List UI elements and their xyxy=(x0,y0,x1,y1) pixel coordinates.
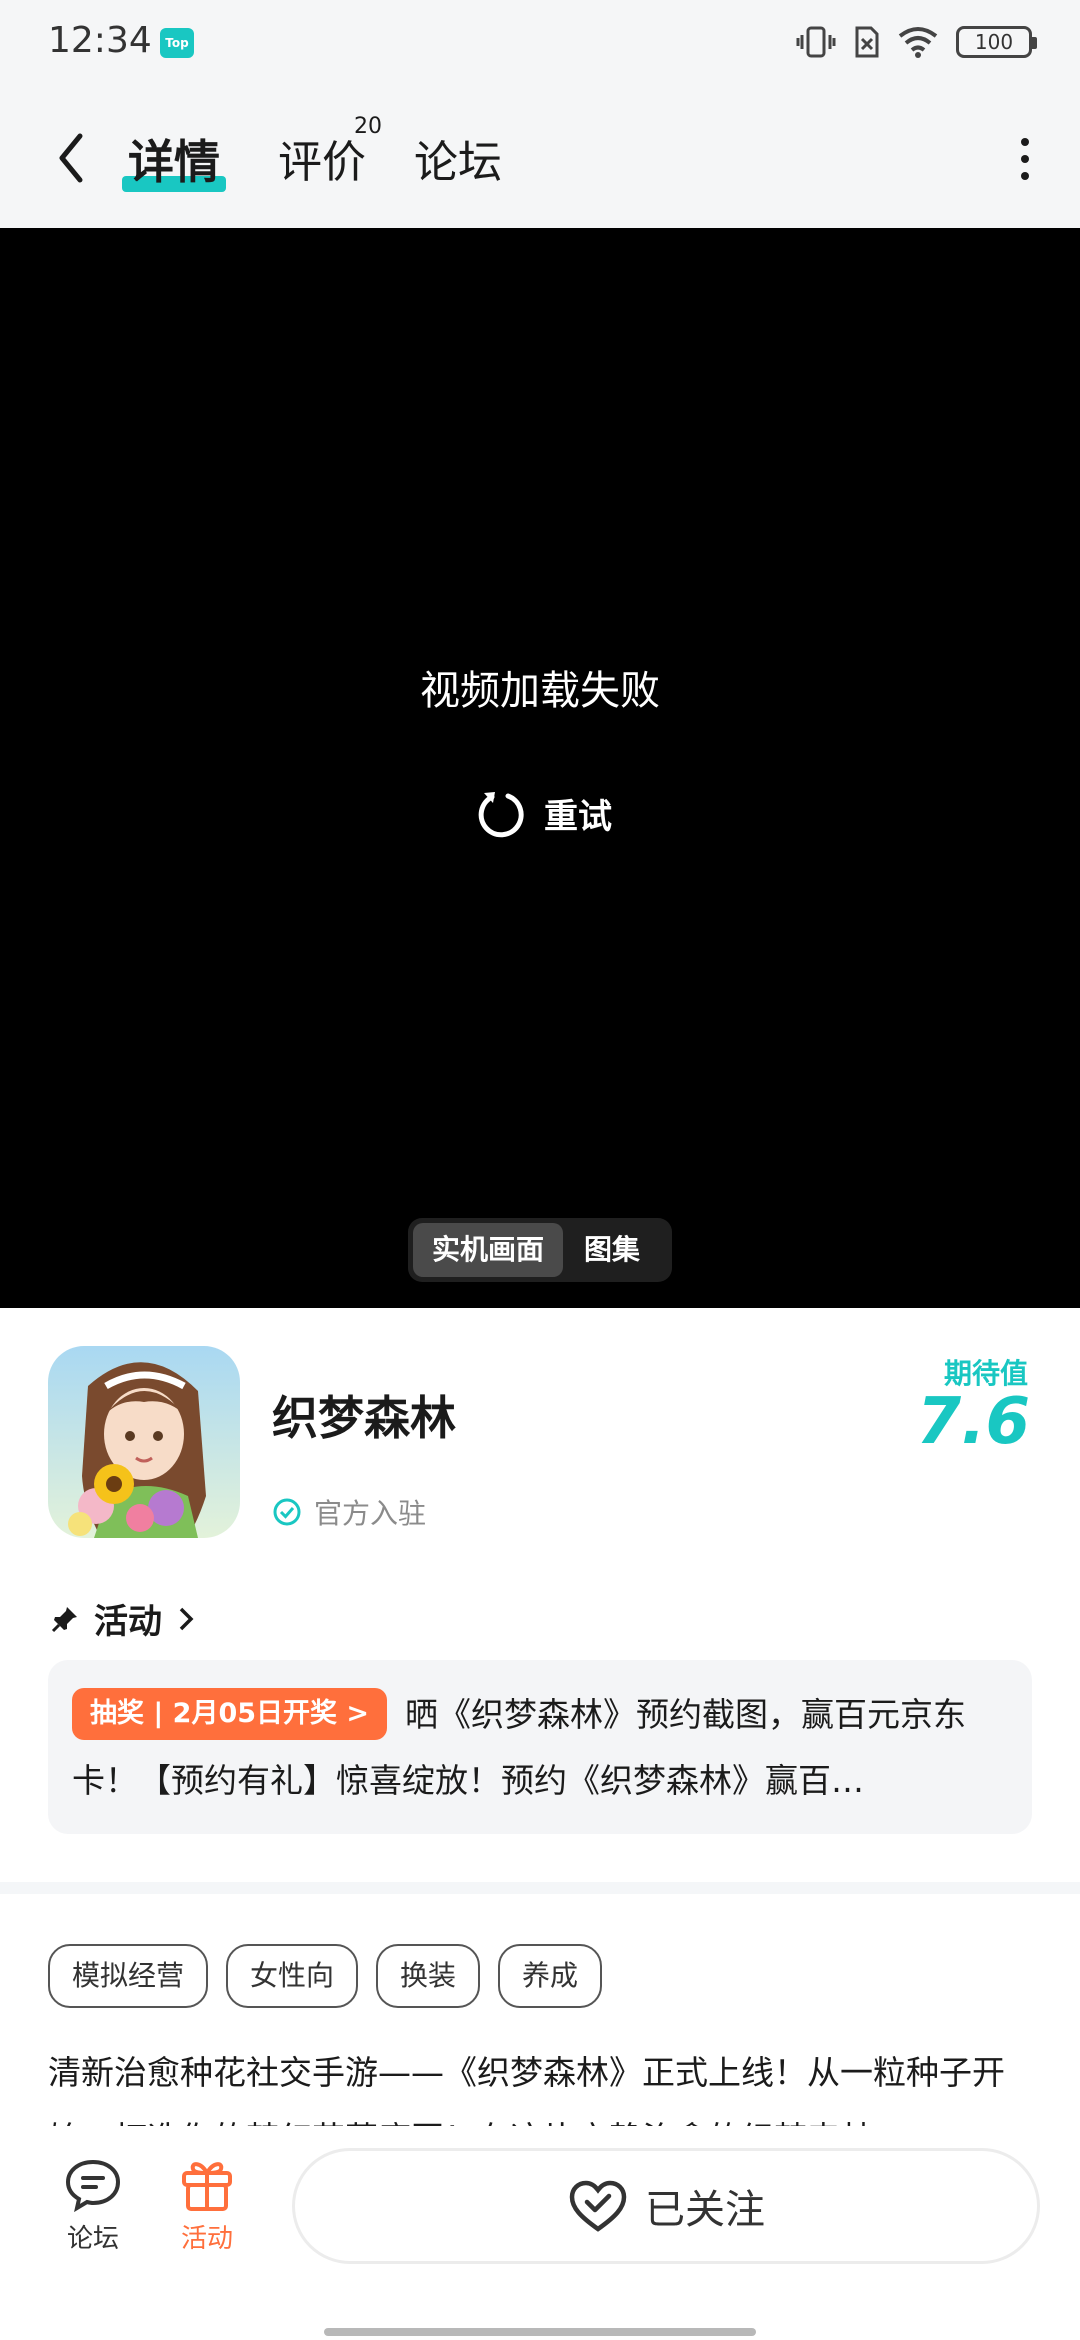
review-count: 20 xyxy=(354,114,382,139)
video-player[interactable]: 视频加载失败 重试 实机画面 图集 xyxy=(0,228,1080,1308)
tag-item[interactable]: 模拟经营 xyxy=(48,1944,209,2008)
game-description: 清新治愈种花社交手游——《织梦森林》正式上线！从一粒种子开始，打造你的梦幻花草庭… xyxy=(48,2053,1005,2126)
top-nav: 详情 评价 20 论坛 xyxy=(0,84,1080,228)
tab-gallery[interactable]: 图集 xyxy=(563,1223,661,1277)
activity-header[interactable]: 活动 xyxy=(50,1594,196,1643)
official-label: 官方入驻 xyxy=(314,1497,427,1530)
tag-item[interactable]: 养成 xyxy=(498,1944,603,2008)
bottom-activity-button[interactable]: 活动 xyxy=(162,2156,252,2255)
verified-check-icon xyxy=(273,1498,301,1526)
more-options-icon[interactable] xyxy=(1010,134,1040,184)
lottery-badge[interactable]: 抽奖 | 2月05日开奖 > xyxy=(72,1688,388,1740)
video-error-text: 视频加载失败 xyxy=(420,668,660,714)
follow-button[interactable]: 已关注 xyxy=(292,2148,1040,2264)
forum-chat-icon xyxy=(65,2159,121,2212)
section-divider xyxy=(0,1882,1080,1894)
no-sim-icon xyxy=(855,26,879,58)
home-indicator[interactable] xyxy=(324,2328,756,2336)
bottom-activity-label: 活动 xyxy=(180,2224,233,2254)
bottom-forum-button[interactable]: 论坛 xyxy=(48,2156,138,2255)
tab-gameplay-video[interactable]: 实机画面 xyxy=(413,1223,563,1277)
retry-button[interactable]: 重试 xyxy=(474,783,612,843)
tab-review[interactable]: 评价 xyxy=(278,126,366,190)
media-toggle: 实机画面 图集 xyxy=(408,1218,672,1282)
back-arrow-icon[interactable] xyxy=(50,128,94,188)
chevron-right-icon xyxy=(179,1607,194,1630)
bottom-forum-label: 论坛 xyxy=(66,2224,119,2254)
tag-item[interactable]: 换装 xyxy=(376,1944,481,2008)
tag-item[interactable]: 女性向 xyxy=(226,1944,359,2008)
bottom-bar: 论坛 活动 已关注 xyxy=(0,2126,1080,2340)
gift-icon xyxy=(182,2162,232,2211)
battery-icon: 100 xyxy=(956,26,1037,58)
pin-icon xyxy=(51,1606,77,1632)
official-badge: 官方入驻 xyxy=(272,1492,426,1532)
game-title: 织梦森林 xyxy=(272,1391,456,1445)
activity-content: 抽奖 | 2月05日开奖 > 晒《织梦森林》预约截图，赢百元京东卡！【预约有礼】惊… xyxy=(72,1682,1008,1814)
follow-label: 已关注 xyxy=(645,2187,765,2233)
retry-label: 重试 xyxy=(544,796,612,837)
heart-check-icon xyxy=(569,2180,627,2232)
activity-title: 活动 xyxy=(94,1602,162,1642)
tab-forum[interactable]: 论坛 xyxy=(414,126,502,190)
status-icons: 100 xyxy=(796,22,1037,62)
expectation-score: 7.6 xyxy=(916,1385,1030,1459)
tag-list: 模拟经营 女性向 换装 养成 xyxy=(48,1944,603,2008)
refresh-icon xyxy=(478,792,524,838)
status-bar: 12:34 Top 100 xyxy=(0,0,1080,84)
wifi-icon xyxy=(898,27,938,58)
vibrate-icon xyxy=(796,26,836,58)
game-icon xyxy=(48,1346,240,1538)
activity-card[interactable]: 抽奖 | 2月05日开奖 > 晒《织梦森林》预约截图，赢百元京东卡！【预约有礼】惊… xyxy=(48,1660,1032,1834)
status-time: 12:34 xyxy=(48,20,152,61)
tab-detail[interactable]: 详情 xyxy=(128,126,220,192)
app-notification-icon: Top xyxy=(160,28,194,58)
game-icon-illustration xyxy=(48,1346,240,1538)
